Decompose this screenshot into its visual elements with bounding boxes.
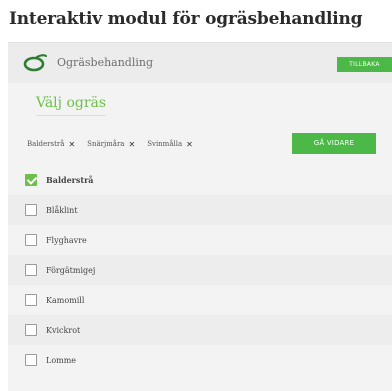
list-item-label: Lomme (46, 355, 77, 365)
back-button[interactable]: TILLBAKA (337, 57, 392, 72)
checkbox[interactable] (25, 174, 37, 186)
list-item-label: Flyghavre (46, 235, 87, 245)
selected-tag: Balderstrå ✕ (27, 140, 75, 149)
tag-label: Svinmålla (147, 140, 183, 148)
remove-tag-icon[interactable]: ✕ (128, 140, 135, 149)
checkbox[interactable] (25, 264, 37, 276)
page-title: Interaktiv modul för ogräsbehandling (9, 9, 363, 29)
selected-tag: Snärjmåra ✕ (87, 140, 135, 149)
selected-tag: Svinmålla ✕ (147, 140, 193, 149)
module-header: Ogräsbehandling TILLBAKA (8, 43, 392, 83)
checkbox[interactable] (25, 294, 37, 306)
checkbox[interactable] (25, 204, 37, 216)
tag-label: Balderstrå (27, 140, 65, 148)
checkbox[interactable] (25, 324, 37, 336)
next-button[interactable]: GÅ VIDARE (292, 133, 376, 154)
remove-tag-icon[interactable]: ✕ (186, 140, 193, 149)
list-item[interactable]: Flyghavre (8, 225, 392, 255)
remove-tag-icon[interactable]: ✕ (68, 140, 75, 149)
module-title: Ogräsbehandling (57, 56, 154, 69)
checkbox[interactable] (25, 234, 37, 246)
list-item[interactable]: Kvickrot (8, 315, 392, 345)
section-title: Välj ogräs (36, 95, 106, 116)
selected-tags: Balderstrå ✕ Snärjmåra ✕ Svinmålla ✕ (27, 137, 205, 151)
tag-label: Snärjmåra (87, 140, 125, 148)
list-item-label: Kamomill (46, 295, 85, 305)
module-panel: Ogräsbehandling TILLBAKA Välj ogräs Bald… (8, 42, 392, 391)
list-item[interactable]: Blåklint (8, 195, 392, 225)
checkbox[interactable] (25, 354, 37, 366)
list-item[interactable]: Förgätmigej (8, 255, 392, 285)
list-item-label: Balderstrå (46, 175, 94, 185)
list-item[interactable]: Balderstrå (8, 165, 392, 195)
list-item[interactable]: Kamomill (8, 285, 392, 315)
list-item-label: Blåklint (46, 205, 78, 215)
logo-icon (23, 54, 47, 72)
list-item[interactable]: Lomme (8, 345, 392, 375)
list-item-label: Kvickrot (46, 325, 81, 335)
list-item-label: Förgätmigej (46, 265, 96, 275)
